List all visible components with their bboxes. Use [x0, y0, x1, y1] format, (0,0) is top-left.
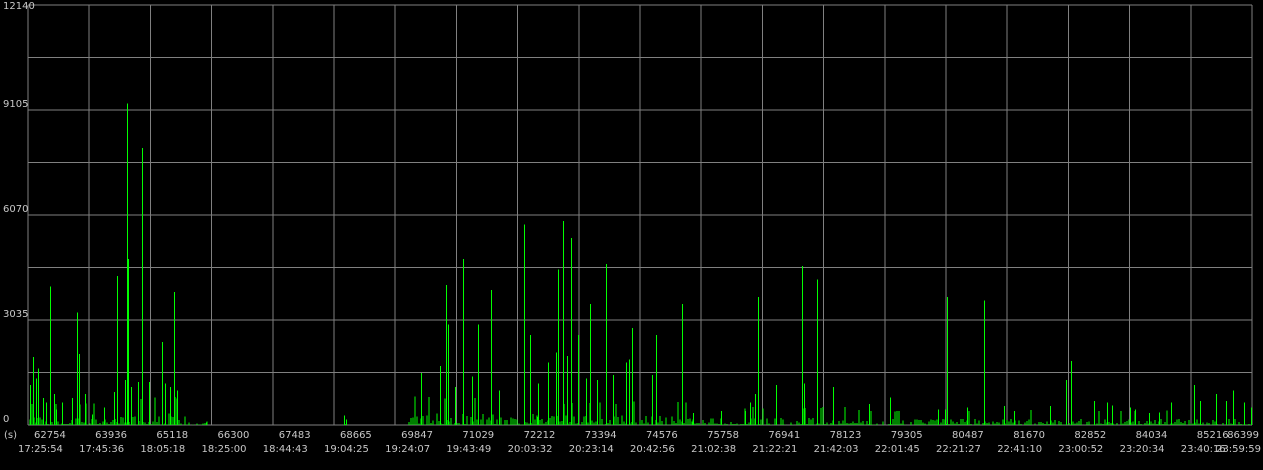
- x-tick-seconds: 72212: [524, 430, 556, 441]
- x-tick-seconds: 81670: [1013, 430, 1045, 441]
- y-tick-label: 12140: [3, 1, 35, 12]
- x-tick-time: 18:25:00: [202, 444, 247, 455]
- x-tick-time: 19:43:49: [446, 444, 491, 455]
- x-tick-time: 20:42:56: [630, 444, 675, 455]
- x-tick-seconds: 76941: [768, 430, 800, 441]
- plot-background: [0, 0, 1263, 470]
- x-tick-seconds: 79305: [891, 430, 923, 441]
- x-tick-seconds: 65118: [156, 430, 188, 441]
- x-tick-time: 18:05:18: [140, 444, 185, 455]
- x-tick-time: 19:04:25: [324, 444, 369, 455]
- x-tick-time: 22:01:45: [875, 444, 920, 455]
- x-tick-seconds: 84034: [1136, 430, 1168, 441]
- x-tick-seconds: 86399: [1227, 430, 1259, 441]
- x-tick-seconds: 63936: [95, 430, 127, 441]
- x-tick-seconds: 69847: [401, 430, 433, 441]
- x-tick-time: 23:59:59: [1216, 444, 1261, 455]
- x-tick-time: 22:41:10: [997, 444, 1042, 455]
- x-tick-time: 17:45:36: [79, 444, 124, 455]
- x-tick-time: 19:24:07: [385, 444, 430, 455]
- y-tick-label: 6070: [3, 204, 28, 215]
- x-tick-time: 20:03:32: [508, 444, 553, 455]
- x-axis-unit-label: (s): [4, 430, 17, 441]
- x-tick-time: 23:20:34: [1120, 444, 1165, 455]
- x-tick-seconds: 82852: [1074, 430, 1106, 441]
- x-tick-time: 21:02:38: [691, 444, 736, 455]
- x-tick-time: 22:21:27: [936, 444, 981, 455]
- x-tick-time: 23:00:52: [1058, 444, 1103, 455]
- y-tick-label: 9105: [3, 99, 28, 110]
- x-tick-time: 20:23:14: [569, 444, 614, 455]
- x-tick-seconds: 78123: [830, 430, 862, 441]
- x-tick-seconds: 66300: [218, 430, 250, 441]
- x-tick-seconds: 85216: [1197, 430, 1229, 441]
- y-tick-label: 3035: [3, 309, 28, 320]
- x-tick-time: 21:42:03: [814, 444, 859, 455]
- x-tick-time: 18:44:43: [263, 444, 308, 455]
- x-tick-time: 17:25:54: [18, 444, 63, 455]
- y-tick-label: 0: [3, 414, 9, 425]
- chart: 12140 9105 6070 3035 0 62754 17:25:54 63936 17:…: [0, 0, 1263, 470]
- x-tick-seconds: 67483: [279, 430, 311, 441]
- x-tick-seconds: 73394: [585, 430, 617, 441]
- grid: [27, 4, 1253, 426]
- x-tick-seconds: 71029: [462, 430, 494, 441]
- x-tick-seconds: 75758: [707, 430, 739, 441]
- x-tick-seconds: 80487: [952, 430, 984, 441]
- x-tick-seconds: 68665: [340, 430, 372, 441]
- x-tick-seconds: 74576: [646, 430, 678, 441]
- x-tick-seconds: 62754: [34, 430, 66, 441]
- x-tick-time: 21:22:21: [752, 444, 797, 455]
